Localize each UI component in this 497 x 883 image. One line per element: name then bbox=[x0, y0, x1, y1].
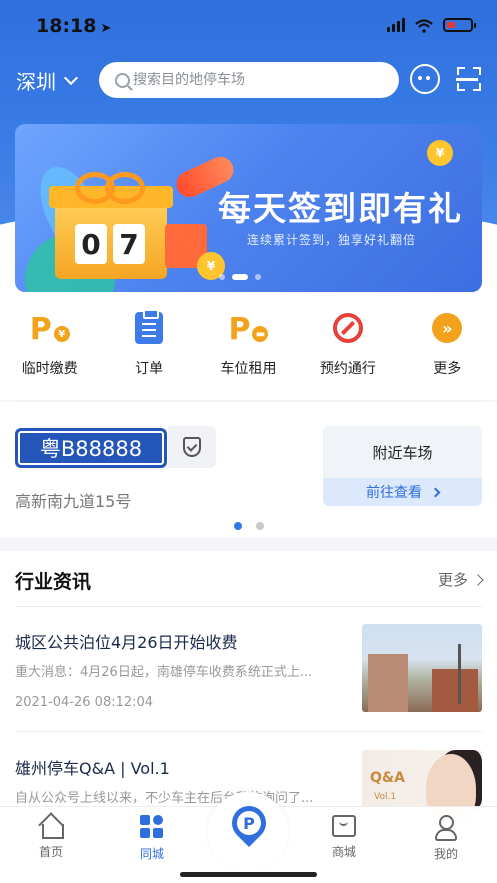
article-date: 2021-04-26 08:12:04 bbox=[15, 695, 154, 710]
tab-same-city[interactable]: 同城 bbox=[117, 815, 187, 862]
quick-action-label: 预约通行 bbox=[319, 361, 376, 377]
chevron-right-icon bbox=[472, 573, 484, 586]
nearby-view-label: 前往查看 bbox=[366, 485, 422, 501]
search-icon bbox=[115, 72, 130, 88]
quick-action-label: 订单 bbox=[135, 361, 164, 377]
city-label: 深圳 bbox=[16, 70, 56, 94]
news-more-label: 更多 bbox=[437, 571, 468, 589]
vehicle-address: 高新南九道15号 bbox=[15, 492, 132, 511]
checkin-counter: 0 7 bbox=[75, 224, 145, 264]
shopping-bag-icon bbox=[332, 815, 356, 837]
article-title: 雄州停车Q&A | Vol.1 bbox=[15, 759, 170, 778]
tab-profile[interactable]: 我的 bbox=[411, 815, 481, 862]
banner-title: 每天签到即有礼 bbox=[218, 189, 463, 228]
article-summary: 重大消息：4月26日起，南雄停车收费系统正式上... bbox=[15, 665, 313, 680]
no-entry-icon bbox=[332, 313, 363, 343]
news-more-link[interactable]: 更多 bbox=[437, 569, 484, 590]
tab-label: 我的 bbox=[433, 847, 458, 861]
quick-action-more[interactable]: » 更多 bbox=[398, 300, 497, 400]
center-parking-button[interactable]: P bbox=[208, 792, 288, 872]
quick-action-label: 临时缴费 bbox=[21, 361, 78, 377]
quick-action-space-rental[interactable]: P ▬ 车位租用 bbox=[199, 300, 298, 400]
wifi-icon bbox=[415, 18, 433, 33]
battery-icon bbox=[443, 18, 476, 32]
pagination-dot bbox=[219, 274, 225, 280]
pagination-dot bbox=[255, 274, 261, 280]
chevron-right-icon bbox=[430, 487, 441, 497]
more-icon: » bbox=[432, 313, 463, 343]
quick-action-label: 更多 bbox=[433, 361, 462, 377]
coin-icon: ¥ bbox=[427, 140, 453, 166]
vehicle-section: 粤B88888 高新南九道15号 附近车场 前往查看 bbox=[0, 402, 497, 538]
license-plate[interactable]: 粤B88888 bbox=[15, 428, 167, 468]
nearby-title: 附近车场 bbox=[372, 444, 433, 462]
counter-digit: 0 bbox=[75, 224, 107, 264]
cellular-signal-icon bbox=[387, 18, 405, 32]
parking-rent-icon: P ▬ bbox=[228, 312, 269, 347]
parking-pay-icon: P ¥ bbox=[30, 312, 70, 347]
article-title: 城区公共泊位4月26日开始收费 bbox=[15, 633, 238, 652]
article-thumbnail bbox=[362, 624, 482, 712]
parking-pin-icon: P bbox=[224, 798, 274, 848]
quick-action-reservation[interactable]: 预约通行 bbox=[298, 300, 397, 400]
tab-mall[interactable]: 商城 bbox=[309, 815, 379, 860]
home-icon bbox=[39, 815, 64, 839]
divider bbox=[15, 606, 482, 607]
scan-icon[interactable] bbox=[455, 64, 485, 94]
article-summary: 自从公众号上线以来，不少车主在后台私信询问了... bbox=[15, 791, 314, 806]
tab-label: 首页 bbox=[38, 845, 63, 859]
search-bar[interactable] bbox=[99, 62, 399, 98]
user-icon bbox=[434, 815, 458, 841]
promo-banner[interactable]: 0 7 ¥ ¥ 每天签到即有礼 连续累计签到，独享好礼翻倍 bbox=[15, 124, 482, 292]
quick-actions: P ¥ 临时缴费 订单 P ▬ 车位租用 预约通行 » 更多 bbox=[0, 300, 497, 400]
divider bbox=[15, 731, 482, 732]
nearby-view-button[interactable]: 前往查看 bbox=[323, 478, 482, 506]
search-input[interactable] bbox=[133, 72, 383, 88]
quick-action-label: 车位租用 bbox=[220, 361, 277, 377]
status-icons bbox=[387, 18, 476, 33]
tab-label: 商城 bbox=[331, 845, 356, 859]
news-article[interactable]: 城区公共泊位4月26日开始收费 重大消息：4月26日起，南雄停车收费系统正式上.… bbox=[15, 624, 482, 719]
city-selector[interactable]: 深圳 bbox=[16, 66, 79, 95]
top-bar: 深圳 bbox=[0, 60, 497, 100]
home-indicator bbox=[180, 872, 317, 877]
shield-check-icon bbox=[183, 437, 201, 457]
banner-subtitle: 连续累计签到，独享好礼翻倍 bbox=[247, 233, 417, 247]
message-icon[interactable] bbox=[410, 64, 440, 94]
chevron-down-icon bbox=[63, 70, 79, 85]
thumbnail-subtext: Vol.1 bbox=[374, 792, 397, 802]
pagination-dot-active bbox=[232, 274, 248, 280]
status-time: 18:18 ➤ bbox=[36, 15, 112, 37]
plate-verify-button[interactable] bbox=[168, 426, 216, 468]
banner-pagination bbox=[219, 274, 261, 280]
quick-action-orders[interactable]: 订单 bbox=[99, 300, 198, 400]
tab-home[interactable]: 首页 bbox=[16, 815, 86, 860]
gift-bow bbox=[75, 172, 145, 204]
news-header: 行业资讯 bbox=[15, 571, 92, 593]
pagination-dot-active bbox=[234, 522, 242, 530]
order-icon bbox=[135, 309, 164, 344]
grid-icon bbox=[140, 815, 164, 839]
vehicle-pagination bbox=[234, 522, 264, 530]
nearby-parking-card[interactable]: 附近车场 前往查看 bbox=[323, 426, 482, 506]
status-bar: 18:18 ➤ bbox=[0, 0, 497, 50]
tab-label: 同城 bbox=[139, 847, 164, 861]
pagination-dot bbox=[256, 522, 264, 530]
parking-glyph: P bbox=[237, 811, 261, 835]
counter-digit: 7 bbox=[113, 224, 145, 264]
quick-action-temporary-payment[interactable]: P ¥ 临时缴费 bbox=[0, 300, 99, 400]
thumbnail-text: Q&A bbox=[370, 770, 405, 786]
